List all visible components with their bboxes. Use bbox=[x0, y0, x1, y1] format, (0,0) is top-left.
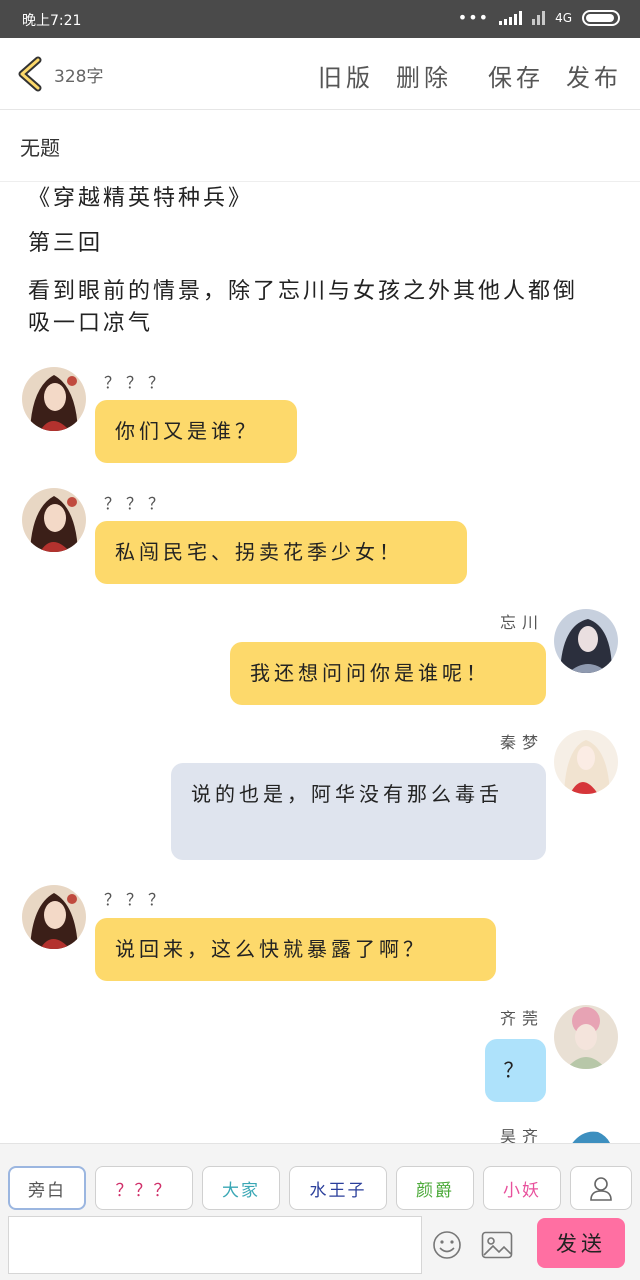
old-version-button[interactable]: 旧版 bbox=[318, 58, 374, 93]
chat-bubble[interactable]: 说的也是，阿华没有那么毒舌 bbox=[171, 763, 546, 860]
word-count: 328字 bbox=[54, 67, 104, 87]
more-dots-icon: ••• bbox=[457, 8, 490, 27]
battery-icon bbox=[582, 10, 620, 26]
speaker-name: ？？？ bbox=[104, 494, 171, 513]
avatar[interactable] bbox=[554, 609, 618, 673]
paragraph: 看到眼前的情景，除了忘川与女孩之外其他人都倒吸一口凉气 bbox=[28, 279, 579, 336]
delete-button[interactable]: 删除 bbox=[396, 58, 452, 93]
paragraph: 《穿越精英特种兵》 bbox=[28, 186, 254, 211]
chat-bubble[interactable]: 你们又是谁？ bbox=[95, 400, 297, 463]
add-role-button[interactable] bbox=[570, 1166, 632, 1210]
speaker-name: 秦梦 bbox=[500, 733, 545, 752]
role-chip-xiaoyao[interactable]: 小妖 bbox=[483, 1166, 561, 1210]
avatar[interactable] bbox=[554, 730, 618, 794]
save-button[interactable]: 保存 bbox=[488, 58, 544, 93]
chat-bubble[interactable]: 说回来，这么快就暴露了啊？ bbox=[95, 918, 496, 981]
emoji-icon[interactable] bbox=[432, 1230, 462, 1260]
avatar[interactable] bbox=[554, 1005, 618, 1069]
role-chip-unknown[interactable]: ？？？ bbox=[95, 1166, 193, 1210]
chat-bubble[interactable]: 私闯民宅、拐卖花季少女！ bbox=[95, 521, 467, 584]
chat-bubble[interactable]: ？ bbox=[485, 1039, 546, 1102]
image-icon[interactable] bbox=[481, 1231, 513, 1259]
role-chip-everyone[interactable]: 大家 bbox=[202, 1166, 280, 1210]
speaker-name: 忘川 bbox=[500, 613, 545, 632]
user-icon bbox=[590, 1177, 612, 1201]
role-chip-yanjue[interactable]: 颜爵 bbox=[396, 1166, 474, 1210]
avatar[interactable] bbox=[22, 885, 86, 949]
avatar[interactable] bbox=[22, 488, 86, 552]
role-chip-narrator[interactable]: 旁白 bbox=[8, 1166, 86, 1210]
compose-panel: 旁白 ？？？ 大家 水王子 颜爵 小妖 发送 bbox=[0, 1143, 640, 1280]
title-row[interactable]: 无题 bbox=[0, 110, 640, 182]
status-time: 晚上7:21 bbox=[22, 13, 82, 29]
avatar[interactable] bbox=[554, 1124, 618, 1143]
story-title: 无题 bbox=[20, 136, 60, 160]
status-bar: 晚上7:21 ••• 4G bbox=[0, 0, 640, 38]
chat-bubble[interactable]: 我还想问问你是谁呢！ bbox=[230, 642, 546, 705]
role-selector: 旁白 ？？？ 大家 水王子 颜爵 小妖 bbox=[8, 1166, 632, 1210]
speaker-name: 齐莞 bbox=[500, 1009, 545, 1028]
signal-icon bbox=[499, 11, 523, 25]
message-input[interactable] bbox=[8, 1216, 422, 1274]
network-type: 4G bbox=[555, 11, 572, 25]
story-content[interactable]: 《穿越精英特种兵》 第三回 看到眼前的情景，除了忘川与女孩之外其他人都倒吸一口凉… bbox=[0, 183, 640, 1143]
editor-toolbar: 328字 旧版 删除 保存 发布 bbox=[0, 38, 640, 110]
speaker-name: ？？？ bbox=[104, 373, 171, 392]
signal-2-icon bbox=[532, 11, 546, 25]
paragraph: 第三回 bbox=[28, 231, 104, 256]
send-button[interactable]: 发送 bbox=[537, 1218, 625, 1268]
role-chip-water-prince[interactable]: 水王子 bbox=[289, 1166, 387, 1210]
speaker-name: 昊齐 bbox=[500, 1127, 545, 1143]
back-arrow-icon[interactable] bbox=[14, 56, 48, 92]
publish-button[interactable]: 发布 bbox=[566, 58, 622, 93]
avatar[interactable] bbox=[22, 367, 86, 431]
speaker-name: ？？？ bbox=[104, 890, 171, 909]
